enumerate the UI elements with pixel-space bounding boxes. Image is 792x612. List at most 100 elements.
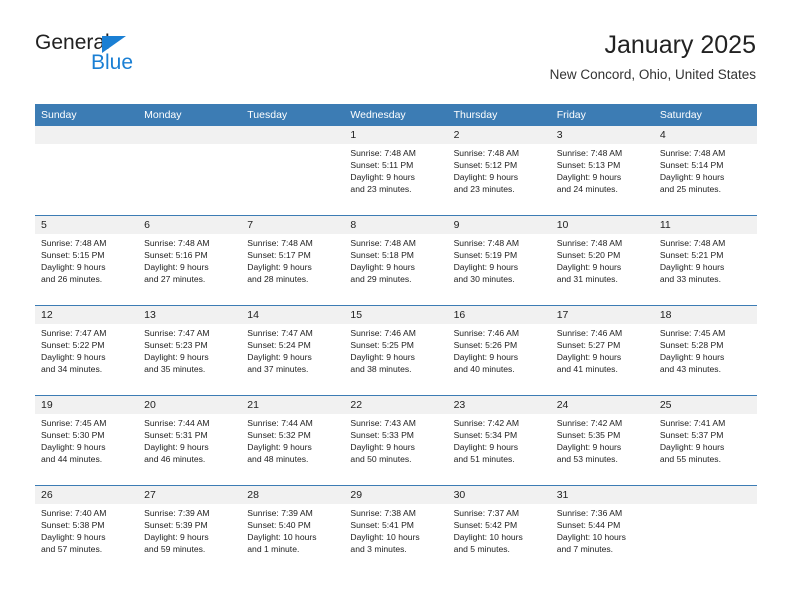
- calendar-day-cell[interactable]: 9 Sunrise: 7:48 AM Sunset: 5:19 PM Daylight…: [447, 215, 551, 306]
- calendar-day-cell[interactable]: 4 Sunrise: 7:48 AM Sunset: 5:14 PM Daylight…: [653, 126, 757, 216]
- day-details: Sunrise: 7:36 AM Sunset: 5:44 PM Daylight:…: [551, 504, 654, 555]
- daylight-text: Daylight: 9 hours: [41, 442, 106, 453]
- sunset-text: Sunset: 5:31 PM: [144, 430, 208, 441]
- weekday-header-monday: Monday: [138, 104, 242, 126]
- daylight-text: Daylight: 9 hours: [453, 352, 519, 363]
- day-details: Sunrise: 7:41 AM Sunset: 5:37 PM Daylight:…: [654, 414, 757, 465]
- calendar-day-cell[interactable]: 27 Sunrise: 7:39 AM Sunset: 5:39 PM Dayligh…: [138, 485, 242, 575]
- day-number: 6: [138, 216, 242, 234]
- daylight-text: Daylight: 9 hours: [41, 262, 106, 273]
- calendar-day-cell[interactable]: 12 Sunrise: 7:47 AM Sunset: 5:22 PM Dayligh…: [35, 305, 139, 396]
- calendar-day-cell[interactable]: 17 Sunrise: 7:46 AM Sunset: 5:27 PM Dayligh…: [550, 305, 654, 396]
- day-number: 24: [550, 396, 654, 414]
- calendar-header-row: Sunday Monday Tuesday Wednesday Thursday…: [35, 104, 757, 126]
- calendar-day-cell[interactable]: 2 Sunrise: 7:48 AM Sunset: 5:12 PM Daylight…: [447, 126, 551, 216]
- daylight-text: Daylight: 9 hours: [556, 172, 622, 183]
- day-number: 21: [241, 396, 345, 414]
- sunset-text: Sunset: 5:33 PM: [350, 430, 414, 441]
- calendar-day-cell[interactable]: 20 Sunrise: 7:44 AM Sunset: 5:31 PM Dayligh…: [138, 395, 242, 486]
- day-details: Sunrise: 7:48 AM Sunset: 5:18 PM Daylight:…: [344, 234, 447, 285]
- day-number: 10: [550, 216, 654, 234]
- daylight-text: Daylight: 9 hours: [41, 352, 106, 363]
- calendar-day-cell[interactable]: 11 Sunrise: 7:48 AM Sunset: 5:21 PM Dayligh…: [653, 215, 757, 306]
- day-details: Sunrise: 7:42 AM Sunset: 5:35 PM Daylight:…: [551, 414, 654, 465]
- sunrise-text: Sunrise: 7:46 AM: [350, 328, 416, 338]
- daylight-text-cont: and 43 minutes.: [659, 364, 721, 375]
- daylight-text: Daylight: 9 hours: [453, 262, 519, 273]
- day-details: Sunrise: 7:46 AM Sunset: 5:25 PM Daylight:…: [344, 324, 447, 375]
- day-number: 29: [344, 486, 448, 504]
- day-number: 5: [35, 216, 139, 234]
- sunset-text: Sunset: 5:25 PM: [350, 340, 414, 351]
- daylight-text: Daylight: 9 hours: [350, 352, 415, 363]
- calendar-day-cell[interactable]: 31 Sunrise: 7:36 AM Sunset: 5:44 PM Dayligh…: [550, 485, 654, 575]
- sunrise-text: Sunrise: 7:43 AM: [350, 418, 416, 428]
- day-details: Sunrise: 7:48 AM Sunset: 5:21 PM Daylight:…: [654, 234, 757, 285]
- daylight-text-cont: and 31 minutes.: [556, 274, 618, 285]
- calendar-day-cell[interactable]: 30 Sunrise: 7:37 AM Sunset: 5:42 PM Dayligh…: [447, 485, 551, 575]
- day-number: [138, 126, 242, 144]
- calendar-day-cell[interactable]: 8 Sunrise: 7:48 AM Sunset: 5:18 PM Daylight…: [344, 215, 448, 306]
- calendar-body: 1 Sunrise: 7:48 AM Sunset: 5:11 PM Daylight…: [35, 126, 757, 575]
- sunset-text: Sunset: 5:38 PM: [41, 520, 105, 531]
- calendar-day-cell[interactable]: 15 Sunrise: 7:46 AM Sunset: 5:25 PM Dayligh…: [344, 305, 448, 396]
- calendar-day-cell[interactable]: 22 Sunrise: 7:43 AM Sunset: 5:33 PM Dayligh…: [344, 395, 448, 486]
- daylight-text-cont: and 33 minutes.: [659, 274, 721, 285]
- daylight-text-cont: and 28 minutes.: [247, 274, 309, 285]
- calendar-day-cell[interactable]: 1 Sunrise: 7:48 AM Sunset: 5:11 PM Daylight…: [344, 126, 448, 216]
- daylight-text-cont: and 27 minutes.: [144, 274, 206, 285]
- calendar-day-cell[interactable]: 7 Sunrise: 7:48 AM Sunset: 5:17 PM Daylight…: [241, 215, 345, 306]
- generalblue-logo[interactable]: General Blue: [35, 32, 215, 82]
- calendar-day-cell[interactable]: 13 Sunrise: 7:47 AM Sunset: 5:23 PM Dayligh…: [138, 305, 242, 396]
- calendar-day-cell-empty: [241, 126, 345, 216]
- sunrise-text: Sunrise: 7:36 AM: [556, 508, 623, 518]
- sunset-text: Sunset: 5:11 PM: [350, 160, 414, 171]
- calendar-day-cell[interactable]: 26 Sunrise: 7:40 AM Sunset: 5:38 PM Dayligh…: [35, 485, 139, 575]
- daylight-text: Daylight: 9 hours: [144, 352, 209, 363]
- day-details: Sunrise: 7:48 AM Sunset: 5:15 PM Daylight:…: [35, 234, 138, 285]
- calendar-week-row: 26 Sunrise: 7:40 AM Sunset: 5:38 PM Dayligh…: [35, 485, 757, 575]
- sunrise-text: Sunrise: 7:44 AM: [247, 418, 313, 428]
- calendar-day-cell[interactable]: 6 Sunrise: 7:48 AM Sunset: 5:16 PM Daylight…: [138, 215, 242, 306]
- calendar-day-cell[interactable]: 25 Sunrise: 7:41 AM Sunset: 5:37 PM Dayligh…: [653, 395, 757, 486]
- calendar-day-cell[interactable]: 18 Sunrise: 7:45 AM Sunset: 5:28 PM Dayligh…: [653, 305, 757, 396]
- calendar-day-cell[interactable]: 19 Sunrise: 7:45 AM Sunset: 5:30 PM Dayligh…: [35, 395, 139, 486]
- sunrise-text: Sunrise: 7:48 AM: [350, 148, 416, 158]
- daylight-text-cont: and 23 minutes.: [453, 184, 515, 195]
- daylight-text-cont: and 48 minutes.: [247, 454, 309, 465]
- calendar-day-cell-empty: [653, 485, 757, 575]
- page-header: General Blue January 2025 New Concord, O…: [0, 0, 792, 100]
- daylight-text: Daylight: 9 hours: [247, 442, 312, 453]
- sunset-text: Sunset: 5:34 PM: [453, 430, 518, 441]
- daylight-text-cont: and 26 minutes.: [41, 274, 103, 285]
- sunrise-text: Sunrise: 7:48 AM: [659, 148, 726, 158]
- sunset-text: Sunset: 5:32 PM: [247, 430, 311, 441]
- daylight-text: Daylight: 10 hours: [556, 532, 626, 543]
- calendar-day-cell[interactable]: 16 Sunrise: 7:46 AM Sunset: 5:26 PM Dayligh…: [447, 305, 551, 396]
- daylight-text: Daylight: 9 hours: [659, 262, 725, 273]
- sunrise-text: Sunrise: 7:48 AM: [247, 238, 313, 248]
- day-details: Sunrise: 7:48 AM Sunset: 5:11 PM Daylight:…: [344, 144, 447, 195]
- calendar-day-cell[interactable]: 3 Sunrise: 7:48 AM Sunset: 5:13 PM Daylight…: [550, 126, 654, 216]
- calendar-day-cell[interactable]: 24 Sunrise: 7:42 AM Sunset: 5:35 PM Dayligh…: [550, 395, 654, 486]
- calendar-day-cell[interactable]: 29 Sunrise: 7:38 AM Sunset: 5:41 PM Dayligh…: [344, 485, 448, 575]
- calendar-day-cell[interactable]: 23 Sunrise: 7:42 AM Sunset: 5:34 PM Dayligh…: [447, 395, 551, 486]
- calendar-day-cell[interactable]: 10 Sunrise: 7:48 AM Sunset: 5:20 PM Dayligh…: [550, 215, 654, 306]
- calendar-day-cell[interactable]: 28 Sunrise: 7:39 AM Sunset: 5:40 PM Dayligh…: [241, 485, 345, 575]
- day-number: 23: [447, 396, 551, 414]
- weekday-header-thursday: Thursday: [447, 104, 551, 126]
- calendar-day-cell[interactable]: 21 Sunrise: 7:44 AM Sunset: 5:32 PM Dayligh…: [241, 395, 345, 486]
- sunrise-text: Sunrise: 7:39 AM: [144, 508, 210, 518]
- weekday-header-saturday: Saturday: [653, 104, 757, 126]
- sunrise-text: Sunrise: 7:40 AM: [41, 508, 107, 518]
- daylight-text: Daylight: 9 hours: [453, 172, 519, 183]
- calendar-day-cell[interactable]: 5 Sunrise: 7:48 AM Sunset: 5:15 PM Daylight…: [35, 215, 139, 306]
- daylight-text: Daylight: 9 hours: [659, 442, 725, 453]
- day-number: 26: [35, 486, 139, 504]
- calendar-day-cell[interactable]: 14 Sunrise: 7:47 AM Sunset: 5:24 PM Dayligh…: [241, 305, 345, 396]
- sunrise-text: Sunrise: 7:48 AM: [144, 238, 210, 248]
- daylight-text-cont: and 40 minutes.: [453, 364, 515, 375]
- calendar-week-row: 12 Sunrise: 7:47 AM Sunset: 5:22 PM Dayligh…: [35, 305, 757, 396]
- day-details: Sunrise: 7:45 AM Sunset: 5:30 PM Daylight:…: [35, 414, 138, 465]
- day-number: 31: [550, 486, 654, 504]
